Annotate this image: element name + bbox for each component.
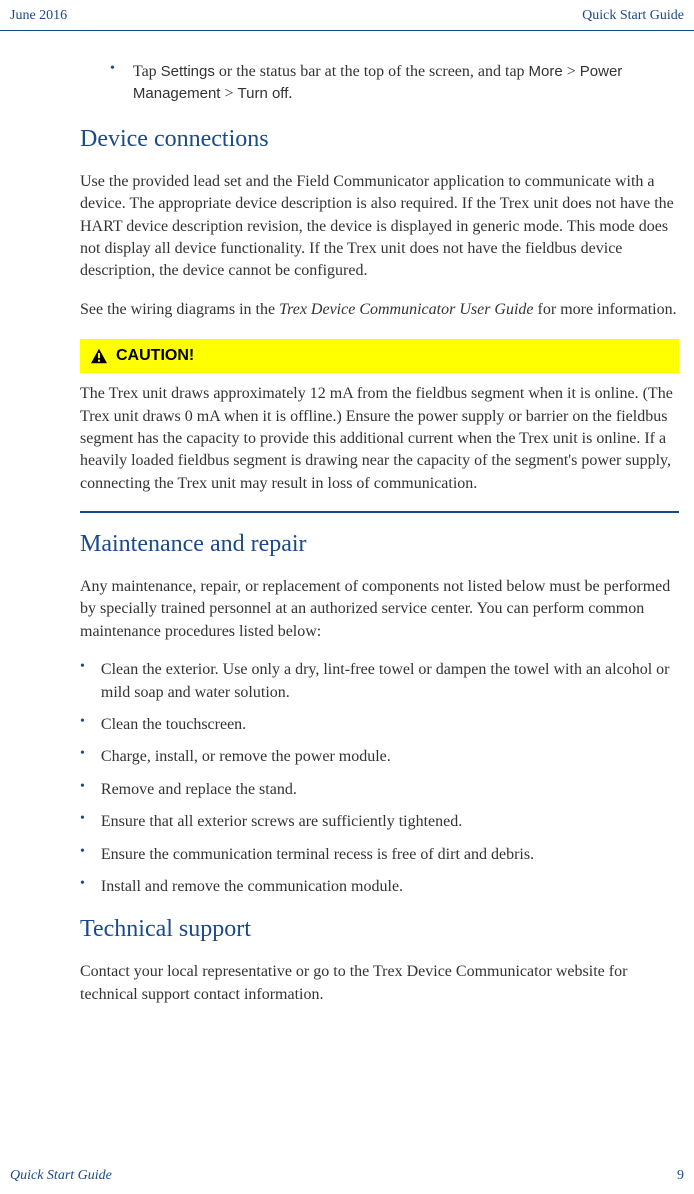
page-header: June 2016 Quick Start Guide xyxy=(0,0,694,31)
list-item-text: Ensure that all exterior screws are suff… xyxy=(101,811,679,833)
list-item-text: Ensure the communication terminal recess… xyxy=(101,844,679,866)
list-item-text: Charge, install, or remove the power mod… xyxy=(101,746,679,768)
text-fragment: or the status bar at the top of the scre… xyxy=(215,63,529,80)
caution-text: The Trex unit draws approximately 12 mA … xyxy=(80,383,679,495)
warning-triangle-icon xyxy=(90,348,108,364)
list-item: • Charge, install, or remove the power m… xyxy=(80,746,679,768)
list-item: • Ensure the communication terminal rece… xyxy=(80,844,679,866)
heading-device-connections: Device connections xyxy=(80,126,679,153)
list-item: • Clean the exterior. Use only a dry, li… xyxy=(80,659,679,704)
list-item-text: Remove and replace the stand. xyxy=(101,779,679,801)
device-connections-para1: Use the provided lead set and the Field … xyxy=(80,171,679,283)
top-bullet-item: • Tap Settings or the status bar at the … xyxy=(80,61,679,106)
top-bullet-text: Tap Settings or the status bar at the to… xyxy=(133,61,679,106)
text-fragment: . xyxy=(288,85,292,102)
header-title: Quick Start Guide xyxy=(582,8,684,24)
text-fragment: Tap xyxy=(133,63,161,80)
footer-page-number: 9 xyxy=(677,1168,684,1184)
bullet-mark-icon: • xyxy=(80,811,85,833)
maintenance-para: Any maintenance, repair, or replacement … xyxy=(80,576,679,643)
text-fragment: > xyxy=(220,85,237,102)
list-item: • Install and remove the communication m… xyxy=(80,876,679,898)
bullet-mark-icon: • xyxy=(80,746,85,768)
heading-maintenance: Maintenance and repair xyxy=(80,531,679,558)
maintenance-bullet-list: • Clean the exterior. Use only a dry, li… xyxy=(80,659,679,898)
list-item: • Ensure that all exterior screws are su… xyxy=(80,811,679,833)
header-date: June 2016 xyxy=(10,8,67,24)
caution-block: CAUTION! The Trex unit draws approximate… xyxy=(80,339,679,513)
text-fragment: See the wiring diagrams in the xyxy=(80,301,279,318)
bullet-mark-icon: • xyxy=(80,844,85,866)
text-fragment: > xyxy=(563,63,580,80)
italic-title: Trex Device Communicator User Guide xyxy=(279,301,533,318)
list-item: • Remove and replace the stand. xyxy=(80,779,679,801)
device-connections-para2: See the wiring diagrams in the Trex Devi… xyxy=(80,299,679,321)
text-fragment: for more information. xyxy=(534,301,677,318)
ui-label-settings: Settings xyxy=(161,63,215,80)
footer-title: Quick Start Guide xyxy=(10,1168,112,1184)
page-footer: Quick Start Guide 9 xyxy=(0,1168,694,1184)
technical-support-para: Contact your local representative or go … xyxy=(80,961,679,1006)
ui-label-turnoff: Turn off xyxy=(238,85,289,102)
list-item: • Clean the touchscreen. xyxy=(80,714,679,736)
ui-label-more: More xyxy=(529,63,563,80)
caution-header: CAUTION! xyxy=(80,339,679,373)
bullet-mark-icon: • xyxy=(80,876,85,898)
caution-label: CAUTION! xyxy=(116,347,194,365)
bullet-mark-icon: • xyxy=(110,61,115,106)
list-item-text: Install and remove the communication mod… xyxy=(101,876,679,898)
bullet-mark-icon: • xyxy=(80,779,85,801)
list-item-text: Clean the exterior. Use only a dry, lint… xyxy=(101,659,679,704)
bullet-mark-icon: • xyxy=(80,659,85,704)
page-content: • Tap Settings or the status bar at the … xyxy=(0,31,694,1006)
list-item-text: Clean the touchscreen. xyxy=(101,714,679,736)
heading-technical-support: Technical support xyxy=(80,916,679,943)
bullet-mark-icon: • xyxy=(80,714,85,736)
